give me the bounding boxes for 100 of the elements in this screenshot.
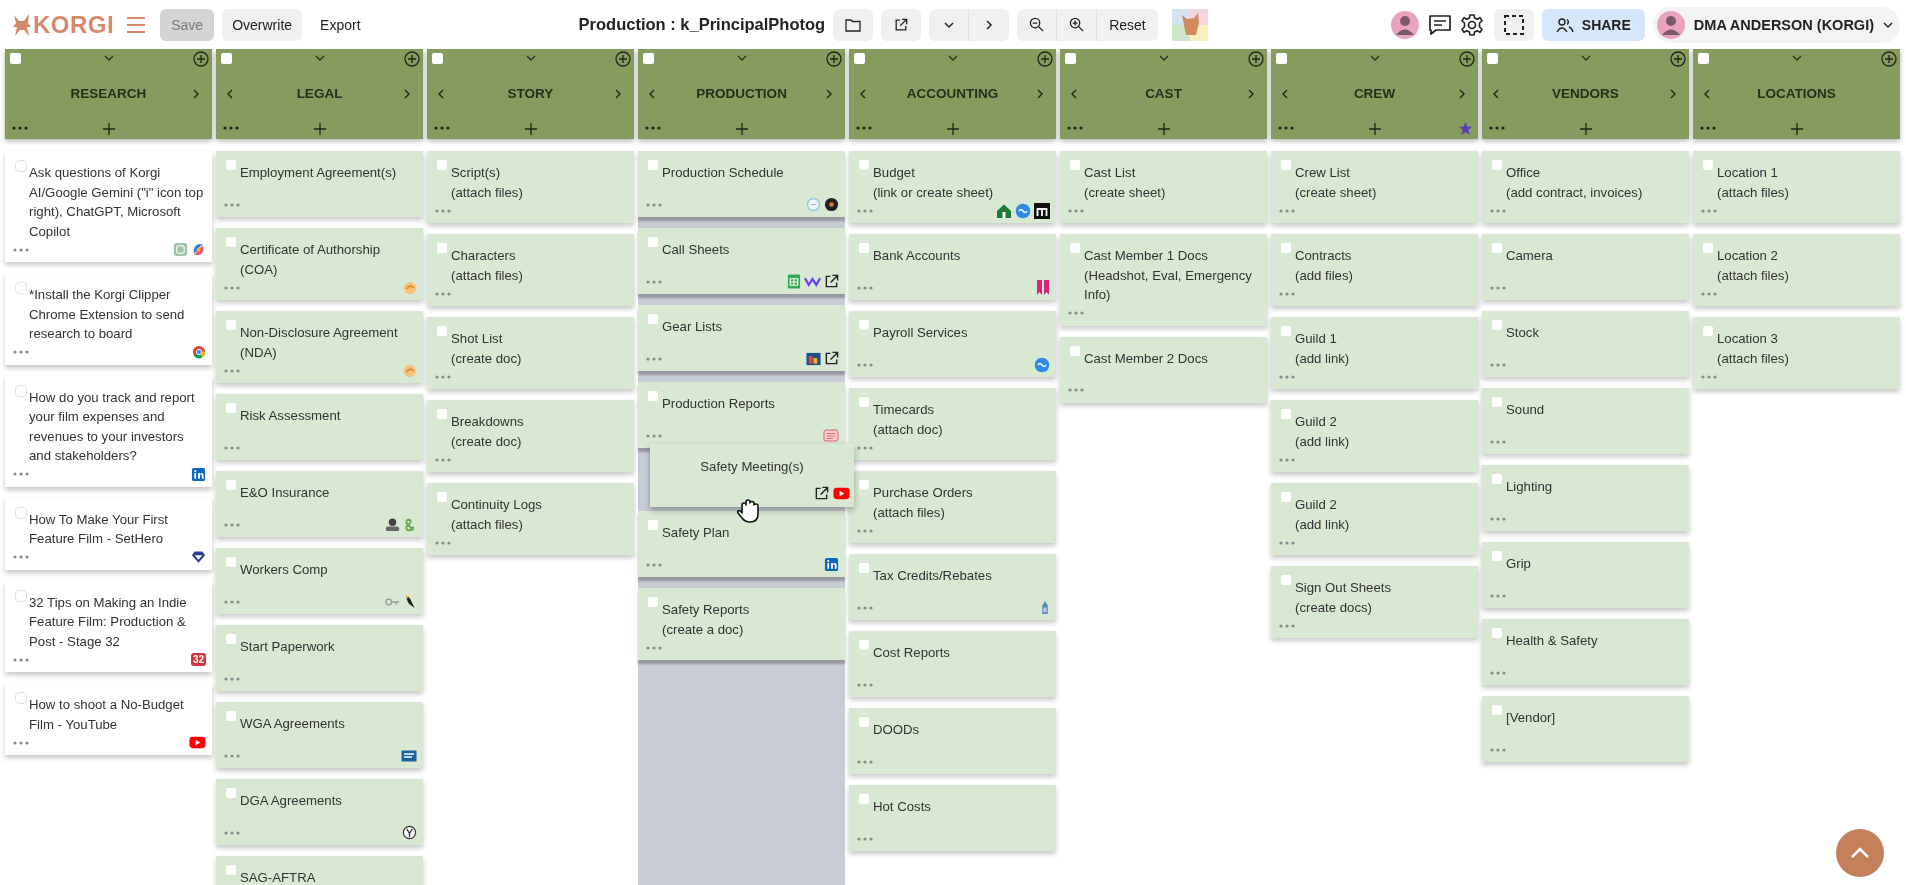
- chevron-up-icon[interactable]: [1850, 847, 1870, 859]
- more-icon[interactable]: [1279, 291, 1295, 296]
- card[interactable]: WGA Agreements: [216, 702, 423, 768]
- more-icon[interactable]: [1490, 593, 1506, 598]
- checkbox[interactable]: [1065, 53, 1076, 64]
- chevron-down-icon[interactable]: [1882, 20, 1894, 29]
- more-icon[interactable]: [434, 126, 450, 130]
- card[interactable]: Risk Assessment: [216, 394, 423, 460]
- more-icon[interactable]: [1278, 126, 1294, 130]
- chevron-right-icon[interactable]: [985, 18, 994, 31]
- checkbox[interactable]: [437, 160, 447, 170]
- square-logo-icon[interactable]: [806, 351, 821, 366]
- more-icon[interactable]: [435, 208, 451, 213]
- card[interactable]: Lighting: [1482, 465, 1689, 531]
- add-icon[interactable]: [193, 51, 209, 67]
- chat-icon[interactable]: [1427, 13, 1452, 36]
- more-icon[interactable]: [435, 457, 451, 462]
- checkbox[interactable]: [1492, 320, 1502, 330]
- checkbox[interactable]: [1070, 160, 1080, 170]
- card[interactable]: Camera: [1482, 234, 1689, 300]
- add-icon[interactable]: [1670, 51, 1686, 67]
- more-icon[interactable]: [13, 247, 29, 252]
- card[interactable]: Contracts (add files): [1271, 234, 1478, 306]
- checkbox[interactable]: [15, 384, 27, 397]
- more-icon[interactable]: [1068, 311, 1084, 315]
- card[interactable]: Call Sheets: [638, 228, 845, 294]
- checkbox[interactable]: [437, 243, 447, 253]
- more-icon[interactable]: [1279, 540, 1295, 545]
- checkbox[interactable]: [1281, 575, 1291, 585]
- add-icon[interactable]: [404, 51, 420, 67]
- card[interactable]: Safety Reports (create a doc): [638, 588, 845, 660]
- avatar-icon[interactable]: [1655, 9, 1686, 40]
- checkbox[interactable]: [648, 391, 658, 401]
- more-icon[interactable]: [1279, 208, 1295, 213]
- more-icon[interactable]: [857, 836, 873, 841]
- selection-icon[interactable]: [1502, 13, 1525, 36]
- more-icon[interactable]: [224, 676, 240, 681]
- chevron-left-icon[interactable]: [437, 88, 445, 100]
- more-icon[interactable]: [224, 830, 240, 835]
- selection-button[interactable]: [1493, 8, 1534, 41]
- checkbox[interactable]: [859, 160, 869, 170]
- card[interactable]: Timecards (attach doc): [849, 388, 1056, 460]
- checkbox[interactable]: [859, 717, 869, 727]
- user-menu[interactable]: DMA ANDERSON (KORGI): [1652, 6, 1900, 43]
- card[interactable]: Cast Member 1 Docs (Headshot, Eval, Emergency Info): [1060, 234, 1267, 326]
- card[interactable]: Production Schedule: [638, 151, 845, 217]
- external-link-icon[interactable]: [894, 17, 909, 32]
- checkbox[interactable]: [648, 314, 658, 324]
- more-icon[interactable]: [435, 291, 451, 296]
- more-icon[interactable]: [1068, 208, 1084, 213]
- people-icon[interactable]: [1555, 16, 1574, 33]
- checkbox[interactable]: [859, 397, 869, 407]
- add-icon[interactable]: [826, 51, 842, 67]
- more-icon[interactable]: [1701, 291, 1717, 296]
- checkbox[interactable]: [226, 788, 236, 798]
- card[interactable]: *Install the Korgi Clipper Chrome Extension to send research to board: [5, 273, 212, 365]
- card[interactable]: Breakdowns (create doc): [427, 400, 634, 472]
- avatar-icon[interactable]: [1389, 9, 1420, 40]
- chevron-left-icon[interactable]: [1281, 88, 1289, 100]
- more-icon[interactable]: [224, 285, 240, 290]
- person-icon[interactable]: [385, 517, 400, 532]
- checkbox[interactable]: [15, 160, 27, 172]
- more-icon[interactable]: [13, 657, 29, 662]
- more-icon[interactable]: [1490, 516, 1506, 521]
- more-icon[interactable]: [856, 126, 872, 130]
- checkbox[interactable]: [226, 557, 236, 567]
- card[interactable]: Production Reports: [638, 382, 845, 448]
- card[interactable]: Certificate of Authorship (COA): [216, 228, 423, 300]
- round-logo-icon[interactable]: [402, 825, 417, 840]
- more-icon[interactable]: [435, 540, 451, 545]
- checkbox[interactable]: [1492, 160, 1502, 170]
- more-icon[interactable]: [224, 599, 240, 604]
- card[interactable]: Stock: [1482, 311, 1689, 377]
- bookmark-icon[interactable]: [1036, 279, 1050, 296]
- checkbox[interactable]: [648, 520, 658, 530]
- checkbox[interactable]: [15, 282, 27, 294]
- plus-icon[interactable]: [314, 123, 326, 135]
- card[interactable]: Budget (link or create sheet): [849, 151, 1056, 223]
- plus-icon[interactable]: [1580, 123, 1592, 135]
- building-icon[interactable]: [1040, 600, 1050, 615]
- more-icon[interactable]: [857, 682, 873, 687]
- card[interactable]: Start Paperwork: [216, 625, 423, 691]
- card[interactable]: Sound: [1482, 388, 1689, 454]
- plus-icon[interactable]: [736, 123, 748, 135]
- more-icon[interactable]: [1067, 126, 1083, 130]
- checkbox[interactable]: [1487, 53, 1498, 64]
- card[interactable]: Purchase Orders (attach files): [849, 471, 1056, 543]
- card[interactable]: How to shoot a No-Budget Film - YouTube: [5, 683, 212, 755]
- more-icon[interactable]: [12, 126, 28, 130]
- checkbox[interactable]: [648, 160, 658, 170]
- more-icon[interactable]: [13, 350, 29, 354]
- more-icon[interactable]: [646, 202, 662, 207]
- checkbox[interactable]: [1281, 326, 1291, 336]
- play-button-icon[interactable]: [833, 487, 850, 500]
- more-icon[interactable]: [224, 753, 240, 758]
- chevron-left-icon[interactable]: [1492, 88, 1500, 100]
- card[interactable]: Bank Accounts: [849, 234, 1056, 300]
- star-icon[interactable]: [1458, 121, 1473, 136]
- more-icon[interactable]: [1490, 747, 1506, 752]
- card[interactable]: Hot Costs: [849, 785, 1056, 851]
